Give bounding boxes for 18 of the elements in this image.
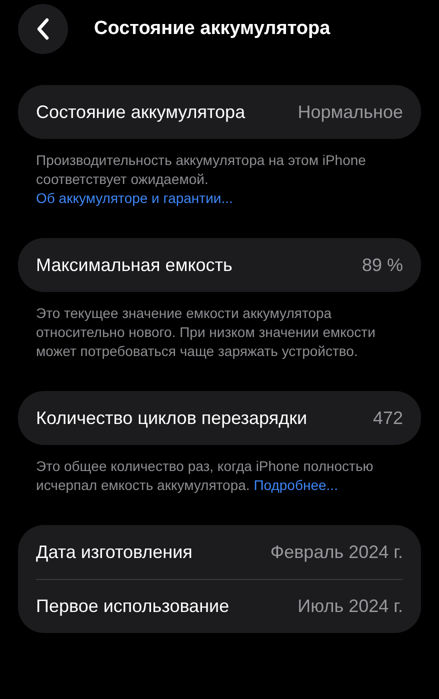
row-label: Максимальная емкость xyxy=(36,254,232,276)
info-link[interactable]: Подробнее... xyxy=(254,477,338,493)
row-label: Состояние аккумулятора xyxy=(36,100,246,124)
row-value: Февраль 2024 г. xyxy=(270,540,403,564)
back-chevron-icon xyxy=(36,18,50,40)
row-value: 472 xyxy=(372,406,403,430)
footnote-text: Производительность аккумулятора на этом iPhone соответствует ожидаемой. Об аккумуляторе и гарантии... xyxy=(35,151,367,208)
row-value: 89 % xyxy=(362,254,403,276)
footnote-text: Это общее количество раз, когда iPhone полностью исчерпал емкость аккумулятора. Подробнее... xyxy=(35,457,374,495)
back-button[interactable] xyxy=(18,4,68,54)
footnote-text: Это текущее значение емкости аккумулятора относительно нового. При низком значении емкости может потребоваться чаще заряжать устройство. xyxy=(35,304,376,361)
row-value: Июль 2024 г. xyxy=(298,595,403,618)
screen-title: Состояние аккумулятора xyxy=(94,16,330,41)
row-label: Дата изготовления xyxy=(36,540,192,564)
info-link[interactable]: Об аккумуляторе и гарантии... xyxy=(36,190,233,206)
row-label: Количество циклов перезарядки xyxy=(36,406,308,430)
row-label: Первое использование xyxy=(36,595,230,618)
row-value: Нормальное xyxy=(298,100,403,124)
